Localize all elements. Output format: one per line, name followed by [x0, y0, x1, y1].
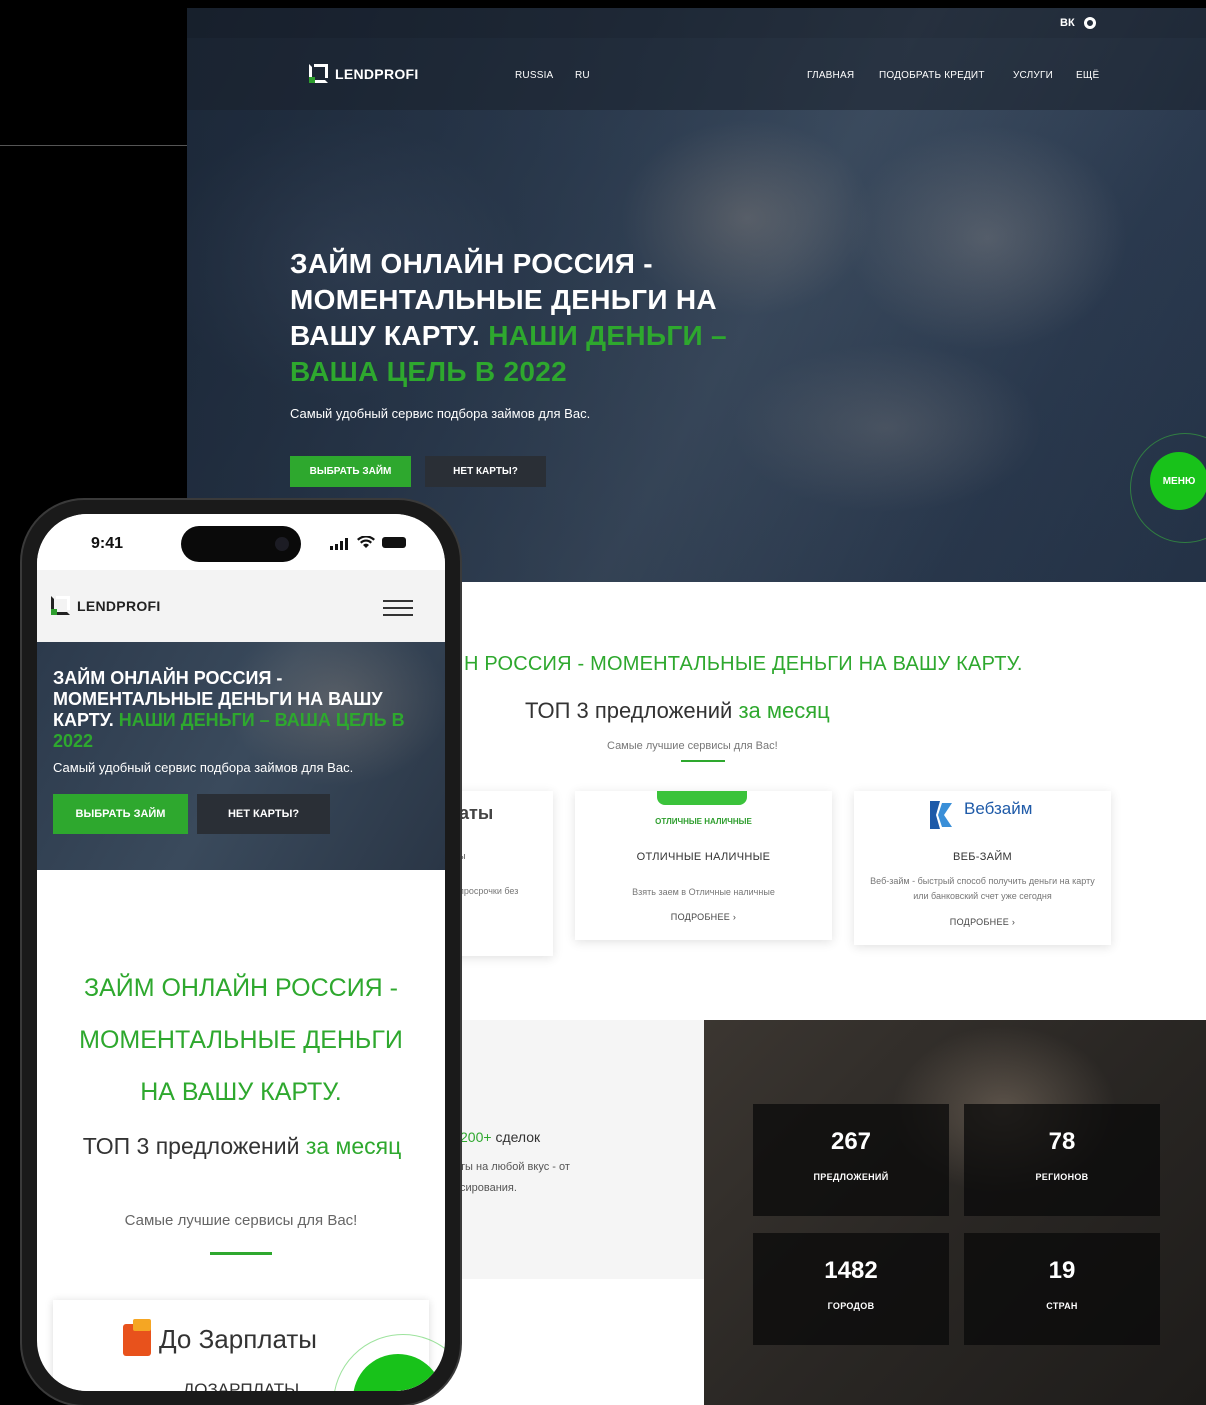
- offer-logo-banner: [657, 791, 747, 805]
- logo-mark-icon: [309, 64, 328, 83]
- hero-subtitle: Самый удобный сервис подбора займов для …: [290, 406, 591, 421]
- offer-more-link[interactable]: ПОДРОБНЕЕ ›: [854, 917, 1111, 927]
- choose-loan-button[interactable]: ВЫБРАТЬ ЗАЙМ: [290, 456, 411, 487]
- about-panel: 200+ сделок ты на любой вкус - от сирова…: [460, 1020, 704, 1279]
- section-title: Н РОССИЯ - МОМЕНТАЛЬНЫЕ ДЕНЬГИ НА ВАШУ К…: [464, 653, 1023, 675]
- status-bar: 9:41: [37, 514, 445, 570]
- section-divider: [681, 760, 725, 762]
- nav-home[interactable]: ГЛАВНАЯ: [807, 70, 854, 81]
- logo-mark-icon: [51, 596, 70, 615]
- phone-section-subtitle: ТОП 3 предложений за месяц: [82, 1133, 402, 1159]
- wifi-icon: [357, 535, 375, 554]
- top-strip: ВК: [187, 8, 1206, 38]
- otlichnye-logo: ОТЛИЧНЫЕ НАЛИЧНЫЕ: [655, 817, 752, 826]
- offer-description: Взять заем в Отличные наличные: [632, 887, 775, 897]
- section-note: Самые лучшие сервисы для Вас!: [607, 740, 778, 752]
- phone-hero-title: ЗАЙМ ОНЛАЙН РОССИЯ - МОМЕНТАЛЬНЫЕ ДЕНЬГИ…: [53, 668, 405, 751]
- dozarplaty-logo-icon: [123, 1319, 151, 1356]
- navbar: LENDPROFI: [187, 38, 1206, 110]
- phone-section-divider: [210, 1252, 272, 1255]
- decorative-line: [0, 145, 187, 146]
- hero-title: ЗАЙМ ОНЛАЙН РОССИЯ - МОМЕНТАЛЬНЫЕ ДЕНЬГИ…: [290, 248, 727, 387]
- stat-regions: 78 РЕГИОНОВ: [964, 1104, 1160, 1216]
- deals-text-1: ты на любой вкус - от: [460, 1161, 570, 1173]
- vk-icon[interactable]: ВК: [1060, 17, 1075, 29]
- no-card-button[interactable]: НЕТ КАРТЫ?: [425, 456, 546, 487]
- nav-credit[interactable]: ПОДОБРАТЬ КРЕДИТ: [879, 70, 985, 81]
- offer-card-otlichnye[interactable]: ОТЛИЧНЫЕ НАЛИЧНЫЕ ОТЛИЧНЫЕ НАЛИЧНЫЕ Взят…: [575, 791, 832, 940]
- offer-name: ОТЛИЧНЫЕ НАЛИЧНЫЕ: [636, 851, 771, 863]
- menu-button[interactable]: МЕНЮ: [1150, 452, 1206, 510]
- nav-region[interactable]: RUSSIA: [515, 70, 553, 81]
- nav-language[interactable]: RU: [575, 70, 590, 81]
- deals-count: 200+ сделок: [460, 1129, 541, 1145]
- stat-offers: 267 ПРЕДЛОЖЕНИЙ: [753, 1104, 949, 1216]
- offer-description: Веб-займ - быстрый способ получить деньг…: [870, 876, 1095, 901]
- phone-section-title-line2: МОМЕНТАЛЬНЫЕ ДЕНЬГИ: [79, 1026, 403, 1054]
- battery-icon: [382, 537, 406, 548]
- phone-screen: 9:41 LENDPROFI ЗАЙМ ОНЛАЙН РОССИЯ - МОМЕ…: [37, 514, 445, 1391]
- nav-services[interactable]: УСЛУГИ: [1013, 70, 1053, 81]
- hamburger-menu-icon[interactable]: [383, 600, 413, 620]
- phone-section-note: Самые лучшие сервисы для Вас!: [124, 1212, 358, 1229]
- offer-card-webzaim[interactable]: Вебзайм ВЕБ-ЗАЙМ Веб-займ - быстрый спос…: [854, 791, 1111, 945]
- hero-section: ВК LENDPROFI RUSSIA RU ГЛАВНАЯ ПОДОБРАТЬ…: [187, 8, 1206, 582]
- phone-logo[interactable]: LENDPROFI: [51, 596, 161, 615]
- offer-name: ВЕБ-ЗАЙМ: [952, 851, 1012, 863]
- dozarplaty-logo-text: До Зарплаты: [159, 1324, 317, 1354]
- dynamic-island: [181, 526, 301, 562]
- deals-text-2: сирования.: [460, 1182, 517, 1194]
- logo[interactable]: LENDPROFI: [309, 64, 419, 83]
- stat-cities: 1482 ГОРОДОВ: [753, 1233, 949, 1345]
- webzaim-logo-icon: [926, 799, 956, 831]
- ok-icon[interactable]: [1084, 17, 1096, 29]
- phone-hero: ЗАЙМ ОНЛАЙН РОССИЯ - МОМЕНТАЛЬНЫЕ ДЕНЬГИ…: [37, 642, 445, 870]
- webzaim-logo-text: Вебзайм: [964, 799, 1033, 818]
- phone-header: LENDPROFI: [37, 570, 445, 642]
- phone-choose-loan-button[interactable]: ВЫБРАТЬ ЗАЙМ: [53, 794, 188, 834]
- stat-countries: 19 СТРАН: [964, 1233, 1160, 1345]
- phone-mockup: 9:41 LENDPROFI ЗАЙМ ОНЛАЙН РОССИЯ - МОМЕ…: [22, 500, 460, 1405]
- phone-hero-subtitle: Самый удобный сервис подбора займов для …: [53, 760, 354, 775]
- status-time: 9:41: [91, 535, 124, 552]
- phone-no-card-button[interactable]: НЕТ КАРТЫ?: [197, 794, 330, 834]
- nav-more[interactable]: ЕЩЁ: [1076, 70, 1099, 81]
- offer-more-link[interactable]: ПОДРОБНЕЕ ›: [575, 912, 832, 922]
- section-subtitle: ТОП 3 предложений за месяц: [525, 698, 830, 723]
- signal-icon: [330, 537, 350, 555]
- phone-section-title-line1: ЗАЙМ ОНЛАЙН РОССИЯ -: [83, 974, 399, 1002]
- phone-section-title-line3: НА ВАШУ КАРТУ.: [140, 1078, 342, 1106]
